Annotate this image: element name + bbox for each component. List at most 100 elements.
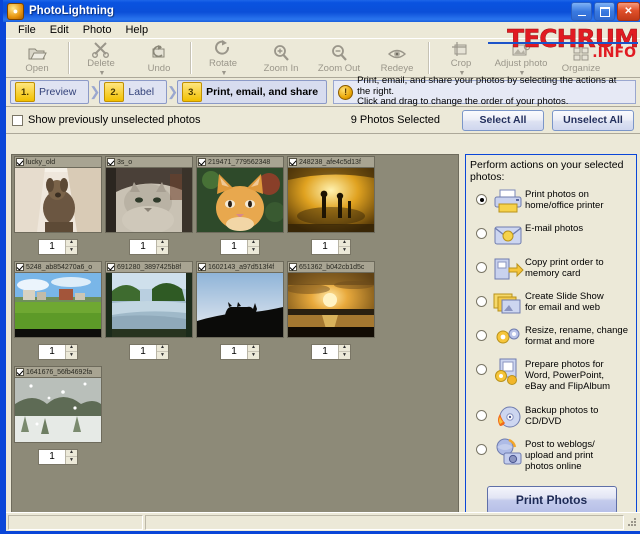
photo-cell[interactable]: 691280_3897425b8f 1 ▲ ▼: [105, 261, 193, 365]
stepper-arrows[interactable]: ▲ ▼: [338, 344, 350, 359]
photo-checkbox[interactable]: [198, 158, 206, 166]
quantity-stepper[interactable]: 1 ▲ ▼: [129, 238, 169, 255]
stepper-up-icon[interactable]: ▲: [66, 240, 77, 247]
stepper-arrows[interactable]: ▲ ▼: [65, 239, 77, 254]
photo-checkbox[interactable]: [107, 158, 115, 166]
photo-grid-pane[interactable]: lucky_old 1 ▲ ▼ 3s_o 1 ▲ ▼ 219471_779562…: [11, 154, 459, 519]
menu-file[interactable]: File: [11, 23, 43, 37]
photo-checkbox[interactable]: [107, 263, 115, 271]
quantity-value[interactable]: 1: [221, 345, 247, 359]
chevron-down-icon[interactable]: ▼: [99, 70, 106, 77]
action-option-prepare[interactable]: Prepare photos for Word, PowerPoint, eBa…: [470, 356, 633, 398]
toolbar-zoom-out-button[interactable]: Zoom Out: [310, 39, 368, 77]
unselect-all-button[interactable]: Unselect All: [552, 109, 634, 131]
action-radio[interactable]: [476, 296, 487, 307]
stepper-up-icon[interactable]: ▲: [248, 240, 259, 247]
photo-header[interactable]: 3s_o: [105, 156, 193, 167]
photo-thumbnail[interactable]: [14, 167, 102, 233]
quantity-value[interactable]: 1: [221, 240, 247, 254]
stepper-arrows[interactable]: ▲ ▼: [65, 449, 77, 464]
quantity-stepper[interactable]: 1 ▲ ▼: [38, 448, 78, 465]
toolbar-crop-button[interactable]: Crop ▼: [432, 39, 490, 77]
close-icon[interactable]: ✕: [617, 2, 640, 21]
photo-thumbnail[interactable]: [105, 272, 193, 338]
photo-cell[interactable]: lucky_old 1 ▲ ▼: [14, 156, 102, 260]
photo-checkbox[interactable]: [16, 158, 24, 166]
photo-cell[interactable]: 1602143_a97d513f4f 1 ▲ ▼: [196, 261, 284, 365]
action-radio[interactable]: [476, 194, 487, 205]
photo-cell[interactable]: 248238_afe4c5d13f 1 ▲ ▼: [287, 156, 375, 260]
stepper-up-icon[interactable]: ▲: [339, 240, 350, 247]
photo-header[interactable]: 248238_afe4c5d13f: [287, 156, 375, 167]
photo-cell[interactable]: 1641676_56fb4692fa 1 ▲ ▼: [14, 366, 102, 470]
action-option-post-web[interactable]: Post to weblogs/ upload and print photos…: [470, 436, 633, 476]
stepper-up-icon[interactable]: ▲: [157, 240, 168, 247]
chevron-down-icon[interactable]: ▼: [519, 70, 526, 77]
photo-cell[interactable]: 3s_o 1 ▲ ▼: [105, 156, 193, 260]
photo-checkbox[interactable]: [16, 368, 24, 376]
stepper-arrows[interactable]: ▲ ▼: [338, 239, 350, 254]
stepper-arrows[interactable]: ▲ ▼: [247, 344, 259, 359]
photo-thumbnail[interactable]: [287, 167, 375, 233]
stepper-down-icon[interactable]: ▼: [66, 247, 77, 254]
photo-header[interactable]: lucky_old: [14, 156, 102, 167]
action-radio[interactable]: [476, 330, 487, 341]
stepper-down-icon[interactable]: ▼: [248, 247, 259, 254]
toolbar-rotate-button[interactable]: Rotate ▼: [194, 39, 252, 77]
stepper-arrows[interactable]: ▲ ▼: [156, 239, 168, 254]
action-option-memory-card[interactable]: Copy print order to memory card: [470, 254, 633, 284]
toolbar-delete-button[interactable]: Delete ▼: [72, 39, 130, 77]
stepper-up-icon[interactable]: ▲: [66, 450, 77, 457]
photo-cell[interactable]: 219471_779562348 1 ▲ ▼: [196, 156, 284, 260]
stepper-arrows[interactable]: ▲ ▼: [247, 239, 259, 254]
stepper-down-icon[interactable]: ▼: [66, 457, 77, 464]
photo-header[interactable]: 691280_3897425b8f: [105, 261, 193, 272]
quantity-value[interactable]: 1: [312, 240, 338, 254]
photo-thumbnail[interactable]: [14, 272, 102, 338]
toolbar-adjust-photo-button[interactable]: Adjust photo ▼: [490, 39, 552, 77]
action-option-backup-cd[interactable]: Backup photos to CD/DVD: [470, 402, 633, 432]
show-unselected-checkbox[interactable]: [12, 114, 23, 126]
quantity-value[interactable]: 1: [39, 240, 65, 254]
photo-thumbnail[interactable]: [196, 272, 284, 338]
action-option-resize[interactable]: Resize, rename, change format and more: [470, 322, 633, 352]
menu-edit[interactable]: Edit: [43, 23, 76, 37]
photo-header[interactable]: 219471_779562348: [196, 156, 284, 167]
stepper-down-icon[interactable]: ▼: [66, 352, 77, 359]
stepper-up-icon[interactable]: ▲: [66, 345, 77, 352]
quantity-stepper[interactable]: 1 ▲ ▼: [220, 238, 260, 255]
photo-header[interactable]: 651362_b042cb1d5c: [287, 261, 375, 272]
action-option-email[interactable]: E-mail photos: [470, 220, 633, 250]
select-all-button[interactable]: Select All: [462, 109, 544, 131]
step-1-preview[interactable]: 1. Preview: [10, 80, 90, 104]
resize-grip-icon[interactable]: [625, 517, 638, 530]
quantity-value[interactable]: 1: [130, 240, 156, 254]
quantity-value[interactable]: 1: [39, 450, 65, 464]
toolbar-redeye-button[interactable]: Redeye: [368, 39, 426, 77]
stepper-down-icon[interactable]: ▼: [339, 352, 350, 359]
photo-header[interactable]: 1602143_a97d513f4f: [196, 261, 284, 272]
photo-cell[interactable]: 5248_ab854270a6_o 1 ▲ ▼: [14, 261, 102, 365]
quantity-stepper[interactable]: 1 ▲ ▼: [220, 343, 260, 360]
step-2-label[interactable]: 2. Label: [99, 80, 168, 104]
quantity-stepper[interactable]: 1 ▲ ▼: [38, 343, 78, 360]
photo-thumbnail[interactable]: [14, 377, 102, 443]
stepper-arrows[interactable]: ▲ ▼: [65, 344, 77, 359]
quantity-value[interactable]: 1: [312, 345, 338, 359]
toolbar-open-button[interactable]: Open: [8, 39, 66, 77]
photo-checkbox[interactable]: [289, 263, 297, 271]
stepper-up-icon[interactable]: ▲: [339, 345, 350, 352]
minimize-button[interactable]: [571, 2, 592, 21]
step-3-print-email-share[interactable]: 3. Print, email, and share: [177, 80, 328, 104]
toolbar-zoom-in-button[interactable]: Zoom In: [252, 39, 310, 77]
quantity-stepper[interactable]: 1 ▲ ▼: [38, 238, 78, 255]
menu-help[interactable]: Help: [118, 23, 155, 37]
photo-header[interactable]: 5248_ab854270a6_o: [14, 261, 102, 272]
stepper-down-icon[interactable]: ▼: [157, 247, 168, 254]
chevron-down-icon[interactable]: ▼: [459, 70, 466, 77]
quantity-value[interactable]: 1: [130, 345, 156, 359]
quantity-stepper[interactable]: 1 ▲ ▼: [311, 238, 351, 255]
photo-cell[interactable]: 651362_b042cb1d5c 1 ▲ ▼: [287, 261, 375, 365]
action-option-print[interactable]: Print photos on home/office printer: [470, 186, 633, 216]
stepper-down-icon[interactable]: ▼: [339, 247, 350, 254]
